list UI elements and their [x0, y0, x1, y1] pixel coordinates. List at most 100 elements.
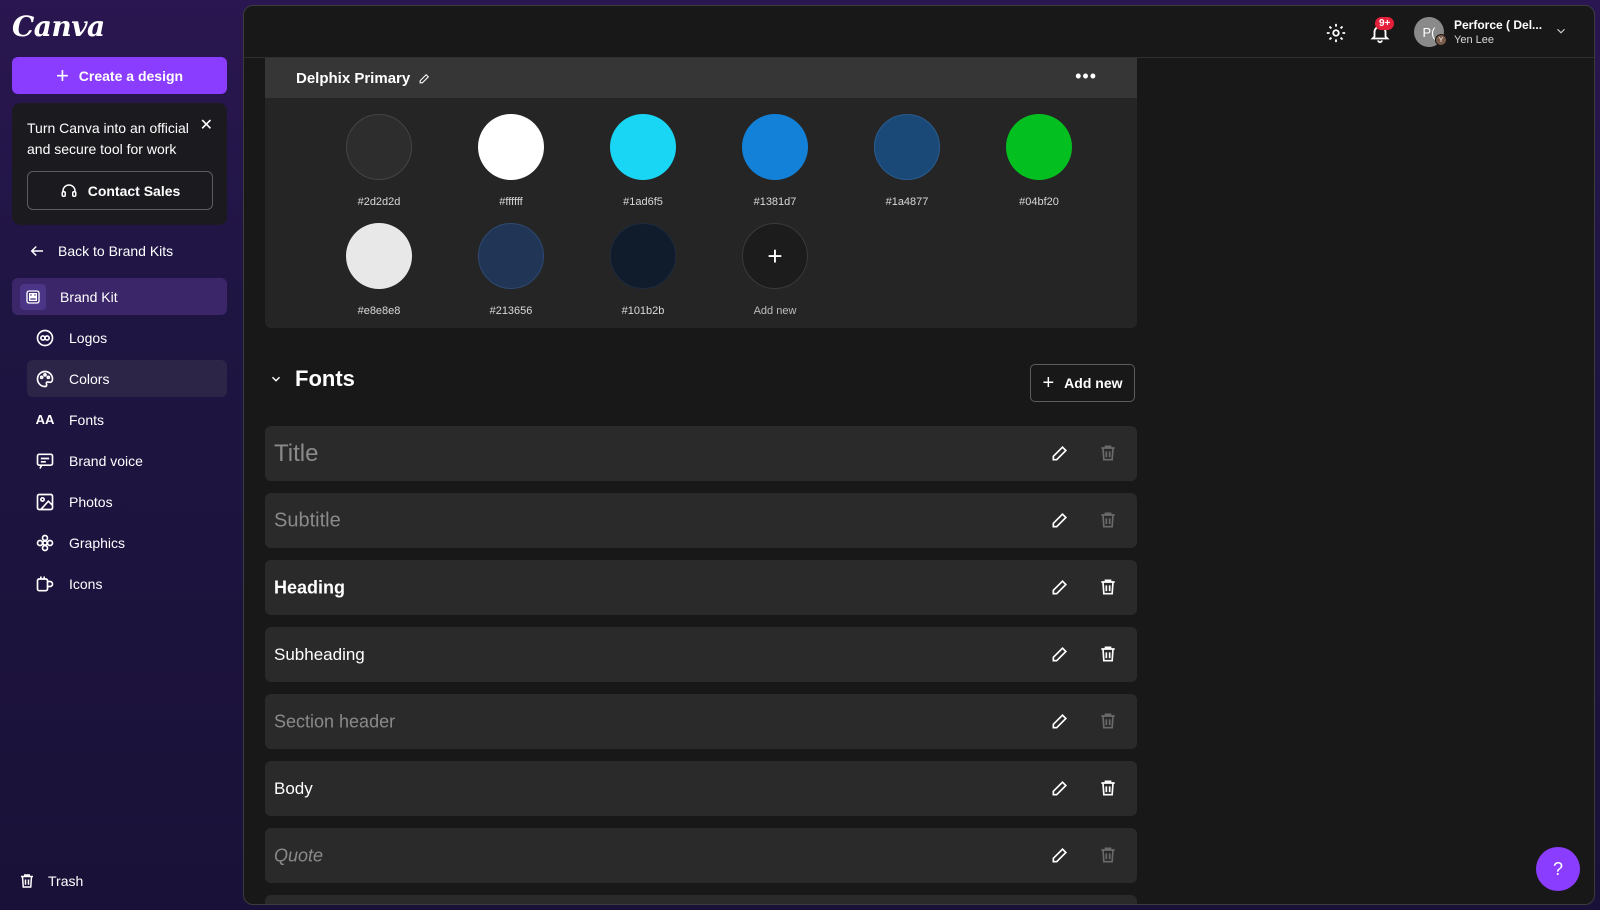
sidebar-item-icons[interactable]: Icons — [27, 565, 227, 602]
sidebar-item-graphics[interactable]: Graphics — [27, 524, 227, 561]
sidebar-item-label: Icons — [69, 575, 103, 592]
swatch-code: #1ad6f5 — [623, 196, 663, 208]
back-to-brand-kits-link[interactable]: Back to Brand Kits — [28, 242, 173, 260]
fonts-section-header[interactable]: Fonts — [269, 366, 355, 392]
sidebar-item-label: Fonts — [69, 411, 105, 428]
add-font-label: Add new — [1064, 375, 1123, 391]
pencil-icon[interactable] — [418, 72, 431, 85]
trash-icon[interactable] — [1098, 711, 1118, 731]
pencil-icon[interactable] — [1050, 644, 1070, 664]
font-row-section-header[interactable]: Section header — [265, 694, 1137, 749]
font-label: Section header — [274, 711, 396, 731]
color-swatch[interactable]: #1a4877 — [873, 114, 941, 208]
color-swatch[interactable]: #101b2b — [609, 223, 677, 317]
swatch-code: #101b2b — [621, 305, 665, 317]
color-palette: Delphix Primary ••• #2d2d2d #ffffff #1ad… — [265, 58, 1137, 328]
pencil-icon[interactable] — [1050, 577, 1070, 597]
trash-icon[interactable] — [1098, 845, 1118, 865]
contact-sales-button[interactable]: Contact Sales — [27, 171, 213, 210]
fonts-title: Fonts — [295, 366, 355, 391]
chevron-down-icon — [271, 376, 281, 382]
account-user: Yen Lee — [1454, 34, 1494, 46]
plus-icon: + — [742, 223, 808, 289]
swatch-circle — [478, 114, 544, 180]
top-bar: 9+ P( Y Perforce ( Del... Yen Lee — [244, 6, 1594, 58]
sidebar-item-fonts[interactable]: AA Fonts — [27, 401, 227, 438]
sidebar-item-brand-voice[interactable]: Brand voice — [27, 442, 227, 479]
arrow-left-icon — [30, 245, 43, 257]
color-swatch[interactable]: #2d2d2d — [345, 114, 413, 208]
sidebar-item-photos[interactable]: Photos — [27, 483, 227, 520]
sidebar: Canva + Create a design Turn Canva into … — [0, 0, 238, 910]
font-row-subheading[interactable]: Subheading — [265, 627, 1137, 682]
font-row-partial — [265, 895, 1137, 904]
font-label: Heading — [274, 577, 346, 597]
swatch-code: #ffffff — [499, 196, 523, 208]
swatch-circle — [346, 223, 412, 289]
font-row-subtitle[interactable]: Subtitle — [265, 493, 1137, 548]
promo-text: Turn Canva into an official and secure t… — [27, 120, 189, 157]
color-swatch[interactable]: #1381d7 — [741, 114, 809, 208]
swatch-code: #04bf20 — [1019, 196, 1059, 208]
help-button[interactable]: ? — [1536, 847, 1580, 891]
sidebar-item-label: Logos — [69, 329, 108, 346]
chevron-down-icon[interactable] — [1554, 24, 1568, 38]
palette-icon — [35, 369, 55, 389]
account-name[interactable]: Perforce ( Del... — [1454, 18, 1542, 32]
trash-icon[interactable] — [1098, 644, 1118, 664]
gear-icon[interactable] — [1325, 22, 1347, 44]
close-icon[interactable]: ✕ — [200, 115, 213, 135]
color-swatch[interactable]: #04bf20 — [1005, 114, 1073, 208]
sidebar-item-brand-kit[interactable]: Brand Kit — [12, 278, 227, 315]
contact-sales-label: Contact Sales — [87, 182, 181, 199]
font-row-quote[interactable]: Quote — [265, 828, 1137, 883]
swatch-code: #2d2d2d — [357, 196, 401, 208]
pencil-icon[interactable] — [1050, 778, 1070, 798]
pencil-icon[interactable] — [1050, 845, 1070, 865]
image-icon — [35, 492, 55, 512]
pencil-icon[interactable] — [1050, 443, 1070, 463]
pencil-icon[interactable] — [1050, 510, 1070, 530]
message-icon — [35, 451, 55, 471]
sidebar-item-label: Colors — [69, 370, 110, 387]
pencil-icon[interactable] — [1050, 711, 1070, 731]
sidebar-item-logos[interactable]: Logos — [27, 319, 227, 356]
canva-logo[interactable]: Canva — [12, 10, 105, 43]
swatch-code: #1381d7 — [753, 196, 797, 208]
brand-kit-icon — [20, 283, 46, 310]
sidebar-item-colors[interactable]: Colors — [27, 360, 227, 397]
more-options-icon[interactable]: ••• — [1075, 67, 1097, 85]
color-swatch[interactable]: #e8e8e8 — [345, 223, 413, 317]
avatar-badge: Y — [1435, 34, 1447, 46]
add-new-label: Add new — [753, 305, 797, 317]
add-color-button[interactable]: + Add new — [741, 223, 809, 317]
trash-icon — [21, 874, 33, 888]
create-design-button[interactable]: + Create a design — [12, 57, 227, 94]
trash-icon[interactable] — [1098, 443, 1118, 463]
trash-link[interactable]: Trash — [18, 872, 83, 890]
back-label: Back to Brand Kits — [58, 243, 174, 259]
font-row-body[interactable]: Body — [265, 761, 1137, 816]
color-swatch[interactable]: #213656 — [477, 223, 545, 317]
flower-icon — [35, 533, 55, 553]
trash-label: Trash — [48, 873, 84, 889]
font-row-title[interactable]: Title — [265, 426, 1137, 481]
color-swatch[interactable]: #1ad6f5 — [609, 114, 677, 208]
main-panel: 9+ P( Y Perforce ( Del... Yen Lee Delphi… — [243, 5, 1595, 905]
swatch-circle — [610, 114, 676, 180]
palette-header: Delphix Primary — [265, 58, 1137, 98]
color-swatch[interactable]: #ffffff — [477, 114, 545, 208]
trash-icon[interactable] — [1098, 510, 1118, 530]
add-font-button[interactable]: + Add new — [1030, 364, 1135, 402]
swatch-circle — [742, 114, 808, 180]
logo-icon — [35, 328, 55, 348]
swatch-code: #e8e8e8 — [357, 305, 401, 317]
trash-icon[interactable] — [1098, 577, 1118, 597]
headset-icon — [61, 183, 77, 197]
font-label: Subtitle — [274, 509, 341, 531]
trash-icon[interactable] — [1098, 778, 1118, 798]
promo-card: Turn Canva into an official and secure t… — [12, 103, 227, 225]
notification-badge: 9+ — [1375, 17, 1395, 30]
sidebar-item-label: Brand voice — [69, 452, 143, 469]
font-row-heading[interactable]: Heading — [265, 560, 1137, 615]
